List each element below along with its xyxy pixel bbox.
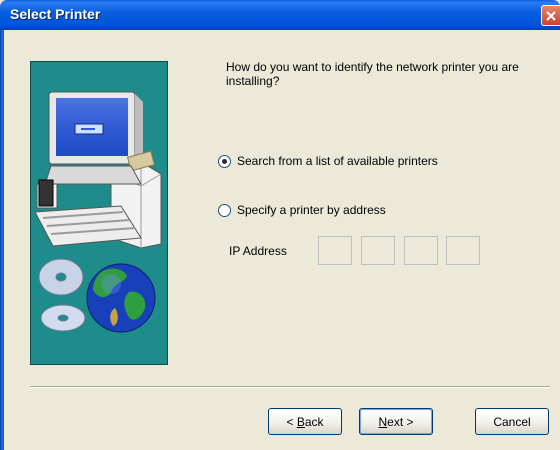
close-button[interactable] xyxy=(541,5,560,26)
globe-icon xyxy=(86,263,156,333)
computer-globe-illustration xyxy=(30,61,168,365)
ip-address-label: IP Address xyxy=(229,244,287,258)
title-bar[interactable]: Select Printer xyxy=(0,0,560,30)
window-frame-left xyxy=(0,30,4,450)
back-button[interactable]: < Back xyxy=(268,408,342,435)
ip-octet-3[interactable] xyxy=(404,236,438,265)
monitor-icon xyxy=(48,91,143,166)
divider xyxy=(30,386,550,388)
radio-search-list-label[interactable]: Search from a list of available printers xyxy=(237,154,438,168)
ip-octet-1[interactable] xyxy=(318,236,352,265)
radio-button-selected[interactable] xyxy=(218,154,231,168)
cd-icon xyxy=(38,258,86,332)
cancel-button[interactable]: Cancel xyxy=(475,408,549,435)
window-title: Select Printer xyxy=(10,6,101,22)
radio-button-unselected[interactable] xyxy=(218,203,231,217)
close-icon xyxy=(546,11,556,21)
next-button[interactable]: Next > xyxy=(359,408,433,435)
wizard-question: How do you want to identify the network … xyxy=(226,60,519,88)
radio-specify-address[interactable]: Specify a printer by address xyxy=(218,203,386,217)
radio-specify-address-label[interactable]: Specify a printer by address xyxy=(237,203,386,217)
ip-octet-4[interactable] xyxy=(446,236,480,265)
radio-search-list[interactable]: Search from a list of available printers xyxy=(218,154,438,168)
ip-octet-2[interactable] xyxy=(361,236,395,265)
